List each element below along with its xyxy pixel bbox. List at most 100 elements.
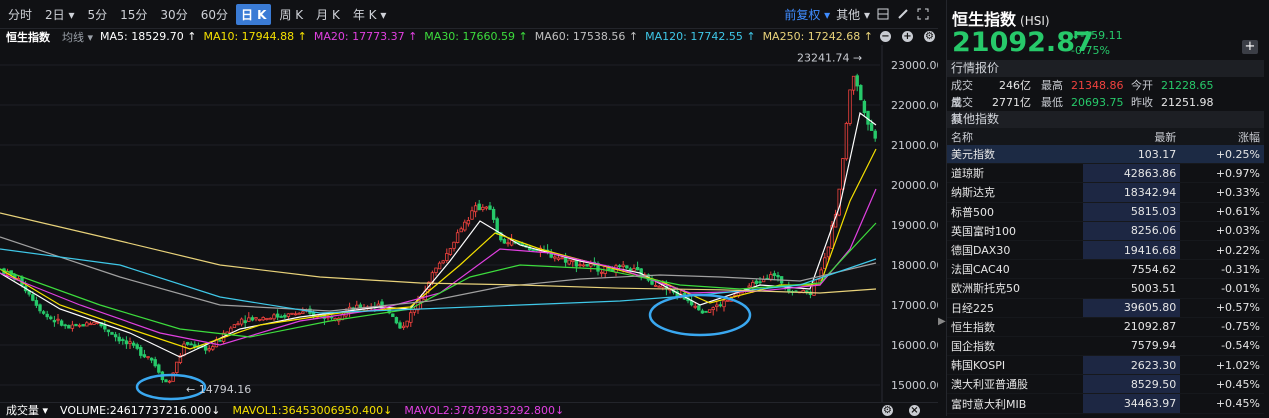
y-tick-label: 16000.00 (891, 339, 938, 352)
candle-body (293, 313, 298, 316)
index-row[interactable]: 富时意大利MIB 34463.97 +0.45% (947, 393, 1264, 414)
candle-body (239, 318, 244, 325)
candle-body (290, 312, 294, 315)
candle-body (470, 210, 474, 220)
candle-body (74, 324, 78, 327)
index-row[interactable]: 恒生指数 21092.87 -0.75% (947, 317, 1264, 337)
mavol1-value: MAVOL1:36453006950.400↓ (232, 403, 393, 417)
other-dropdown[interactable]: 其他 ▾ (836, 6, 870, 23)
candle-body (45, 313, 49, 318)
tf-15min[interactable]: 15分 (115, 4, 152, 25)
index-name-cell: 英国富时100 (947, 221, 1084, 241)
candle-body (556, 257, 561, 260)
candle-body (113, 334, 118, 338)
settings-icon[interactable]: ⚙ (923, 31, 935, 42)
tf-yearly[interactable]: 年 K ▾ (348, 4, 392, 25)
add-watchlist-button[interactable]: + (1242, 40, 1258, 54)
layout-icon[interactable] (876, 7, 890, 21)
candle-body (473, 205, 478, 213)
candle-body (452, 241, 456, 249)
index-change-cell: +0.25% (1180, 145, 1264, 165)
volume-settings-icon[interactable]: ⚙ (882, 404, 893, 416)
tf-monthly[interactable]: 月 K (311, 4, 345, 25)
y-tick-label: 23000.00 (891, 59, 938, 72)
index-row[interactable]: 韩国KOSPI 2623.30 +1.02% (947, 355, 1264, 376)
candlestick-chart[interactable]: 23000.00 22000.00 21000.00 20000.00 19000.00… (0, 45, 938, 402)
ma-legend-bar: 恒生指数 均线 ▾ MA5: 18529.70 ↑ MA10: 17944.88… (0, 28, 957, 45)
index-row[interactable]: 道琼斯 42863.86 +0.97% (947, 163, 1264, 184)
fullscreen-icon[interactable] (916, 7, 930, 21)
index-name-cell: 标普500 (947, 202, 1084, 222)
ma120-label: MA120: 17742.55 ↑ (645, 30, 756, 43)
candle-body (484, 206, 489, 209)
tf-daily[interactable]: 日 K (235, 3, 272, 25)
candle-body (124, 340, 129, 345)
index-name-cell: 美元指数 (947, 145, 1084, 165)
candle-body (599, 271, 604, 274)
index-row[interactable]: 澳大利亚普通股 8529.50 +0.45% (947, 374, 1264, 395)
minus-icon[interactable]: − (879, 31, 891, 42)
index-change-cell: -0.75% (1180, 317, 1264, 337)
draw-pen-icon[interactable] (896, 7, 910, 21)
index-last-cell: 39605.80 (1083, 298, 1181, 318)
index-change-cell: +1.02% (1180, 355, 1264, 376)
index-row[interactable]: 日经225 39605.80 +0.57% (947, 298, 1264, 318)
index-row[interactable]: 德国DAX30 19416.68 +0.22% (947, 240, 1264, 261)
tf-5min[interactable]: 5分 (83, 4, 113, 25)
tf-weekly[interactable]: 周 K (274, 4, 308, 25)
ma-mode-dropdown[interactable]: 均线 ▾ (62, 29, 93, 45)
candle-body (621, 264, 625, 267)
tf-60min[interactable]: 60分 (196, 4, 233, 25)
candle-body (34, 300, 39, 306)
candle-body (67, 324, 71, 329)
quote-label: 成交额 (951, 96, 973, 126)
index-row[interactable]: 纳斯达克 18342.94 +0.33% (947, 182, 1264, 203)
index-last-cell: 5003.51 (1083, 278, 1181, 299)
index-row[interactable]: 国企指数 7579.94 -0.54% (947, 336, 1264, 357)
tf-30min[interactable]: 30分 (155, 4, 192, 25)
index-row[interactable]: 英国富时100 8256.06 +0.03% (947, 221, 1264, 241)
candle-body (358, 304, 363, 309)
index-row[interactable]: 法国CAC40 7554.62 -0.31% (947, 259, 1264, 280)
y-tick-label: 17000.00 (891, 299, 938, 312)
index-change-cell: +0.61% (1180, 202, 1264, 222)
index-last-cell: 8529.50 (1083, 374, 1181, 395)
tf-2day[interactable]: 2日 ▾ (40, 4, 79, 25)
candle-body (41, 311, 46, 314)
index-change-cell: -0.31% (1180, 259, 1264, 280)
candle-body (297, 312, 301, 315)
candle-body (769, 274, 773, 280)
candle-body (509, 240, 514, 246)
y-tick-label: 22000.00 (891, 99, 938, 112)
plus-icon[interactable]: + (901, 31, 913, 42)
index-last-cell: 7579.94 (1083, 336, 1181, 357)
tf-minute[interactable]: 分时 (3, 4, 37, 25)
candle-body (117, 336, 121, 342)
candle-body (632, 268, 636, 272)
collapse-panel-arrow-icon[interactable]: ▶ (938, 316, 946, 327)
candle-body (571, 259, 575, 263)
candle-body (88, 323, 93, 326)
index-row[interactable]: 标普500 5815.03 +0.61% (947, 202, 1264, 222)
candle-body (70, 324, 75, 329)
candle-body (578, 264, 582, 267)
quote-label: 最低 (1041, 96, 1063, 109)
index-row[interactable]: 欧洲斯托克50 5003.51 -0.01% (947, 278, 1264, 299)
candle-body (189, 343, 193, 346)
col-last: 最新 (1083, 128, 1181, 145)
index-table-head: 名称 最新 涨幅 (947, 128, 1264, 145)
adjust-dropdown[interactable]: 前复权 ▾ (784, 6, 830, 23)
candle-body (167, 380, 172, 383)
candle-body (398, 322, 402, 329)
candle-body (81, 324, 85, 327)
index-name-cell: 欧洲斯托克50 (947, 278, 1084, 299)
index-row[interactable]: 美元指数 103.17 +0.25% (947, 145, 1264, 165)
candle-body (628, 268, 633, 271)
col-name: 名称 (947, 128, 1084, 145)
candle-body (283, 314, 287, 318)
index-table: 名称 最新 涨幅 美元指数 103.17 +0.25% 道琼斯 42863.86 +0.9… (947, 128, 1264, 414)
candle-body (869, 122, 874, 131)
ma20-label: MA20: 17773.37 ↑ (313, 30, 418, 43)
index-change-cell: +0.22% (1180, 240, 1264, 261)
volume-close-icon[interactable]: × (909, 404, 920, 416)
